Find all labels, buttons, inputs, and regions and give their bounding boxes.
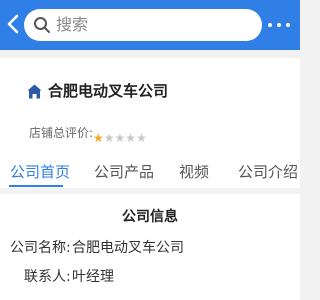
contact-value: 叶经理 <box>72 269 114 285</box>
tab-bar: 公司首页 公司产品 视频 公司介绍 <box>0 158 300 188</box>
company-name-value: 合肥电动叉车公司 <box>72 240 184 256</box>
shop-header: 合肥电动叉车公司 店铺总评价: ★★★★★ <box>0 58 300 158</box>
star-icon: ★ <box>136 131 147 145</box>
more-dot <box>268 23 272 27</box>
search-placeholder: 搜索 <box>56 15 89 34</box>
back-arrow-icon[interactable] <box>4 12 24 36</box>
search-icon <box>34 17 50 33</box>
company-name-label: 公司名称: <box>10 240 71 256</box>
top-bar: 搜索 <box>0 0 300 50</box>
rating-stars: ★★★★★ <box>93 127 147 145</box>
search-box[interactable]: 搜索 <box>24 9 262 41</box>
contact-label: 联系人: <box>24 269 71 285</box>
star-icon: ★ <box>125 131 137 145</box>
star-icon: ★ <box>103 131 115 145</box>
star-icon: ★ <box>93 131 104 145</box>
tab-products[interactable]: 公司产品 <box>94 158 154 186</box>
tab-about[interactable]: 公司介绍 <box>238 158 298 186</box>
more-dot <box>277 23 281 27</box>
tab-home[interactable]: 公司首页 <box>10 158 70 186</box>
company-info-title: 公司信息 <box>122 209 178 225</box>
company-info-section: 公司信息 公司名称: 合肥电动叉车公司 联系人: 叶经理 <box>0 194 300 300</box>
more-icon[interactable] <box>268 15 290 35</box>
active-tab-indicator <box>9 185 63 187</box>
home-icon <box>27 84 42 99</box>
star-icon: ★ <box>114 131 126 145</box>
rating-label: 店铺总评价: <box>29 126 94 140</box>
shop-name: 合肥电动叉车公司 <box>48 82 169 100</box>
more-dot <box>286 23 290 27</box>
tab-video[interactable]: 视频 <box>179 158 209 186</box>
